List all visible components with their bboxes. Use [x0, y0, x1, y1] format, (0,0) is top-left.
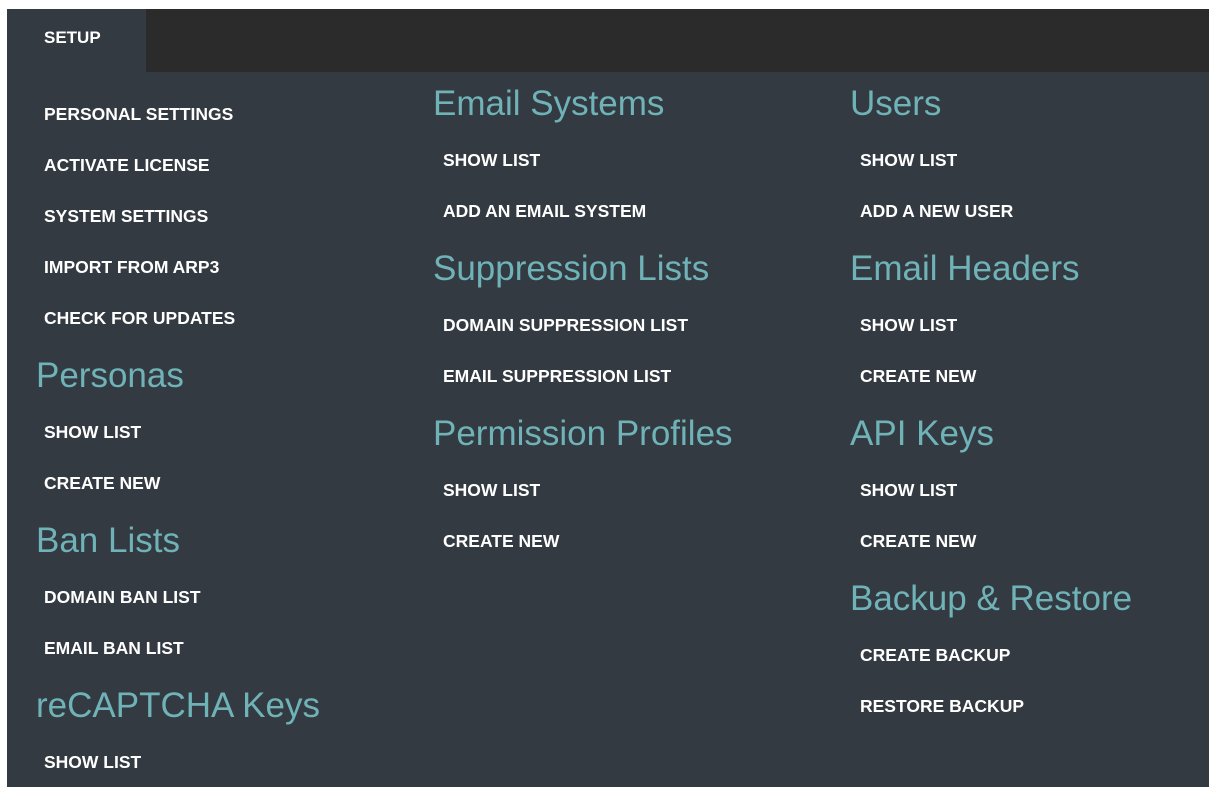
import-from-arp3-link[interactable]: IMPORT FROM ARP3	[7, 242, 397, 293]
api-keys-heading: API Keys	[850, 414, 994, 453]
activate-license-link[interactable]: ACTIVATE LICENSE	[7, 140, 397, 191]
tab-setup[interactable]: SETUP	[7, 9, 146, 72]
permission-profiles-show-list-link[interactable]: SHOW LIST	[433, 465, 833, 516]
recaptcha-show-list-link[interactable]: SHOW LIST	[7, 737, 397, 788]
add-email-system-link[interactable]: ADD AN EMAIL SYSTEM	[433, 186, 833, 237]
domain-ban-list-link[interactable]: DOMAIN BAN LIST	[7, 572, 397, 623]
personas-show-list-link[interactable]: SHOW LIST	[7, 407, 397, 458]
restore-backup-link[interactable]: RESTORE BACKUP	[850, 681, 1209, 732]
top-nav-bar: SETUP	[7, 9, 1209, 72]
ban-lists-heading: Ban Lists	[36, 521, 180, 560]
permission-profiles-create-new-link[interactable]: CREATE NEW	[433, 516, 833, 567]
backup-restore-heading: Backup & Restore	[850, 579, 1133, 618]
personal-settings-link[interactable]: PERSONAL SETTINGS	[7, 89, 397, 140]
users-show-list-link[interactable]: SHOW LIST	[850, 135, 1209, 186]
personas-heading: Personas	[36, 356, 184, 395]
personas-create-new-link[interactable]: CREATE NEW	[7, 458, 397, 509]
menu-column-2: Email Systems SHOW LIST ADD AN EMAIL SYS…	[433, 72, 833, 567]
api-keys-show-list-link[interactable]: SHOW LIST	[850, 465, 1209, 516]
email-suppression-list-link[interactable]: EMAIL SUPPRESSION LIST	[433, 351, 833, 402]
menu-column-1: PERSONAL SETTINGS ACTIVATE LICENSE SYSTE…	[7, 72, 397, 788]
recaptcha-keys-heading: reCAPTCHA Keys	[36, 686, 320, 725]
check-for-updates-link[interactable]: CHECK FOR UPDATES	[7, 293, 397, 344]
create-backup-link[interactable]: CREATE BACKUP	[850, 630, 1209, 681]
users-heading: Users	[850, 84, 942, 123]
email-headers-create-new-link[interactable]: CREATE NEW	[850, 351, 1209, 402]
system-settings-link[interactable]: SYSTEM SETTINGS	[7, 191, 397, 242]
permission-profiles-heading: Permission Profiles	[433, 414, 733, 453]
suppression-lists-heading: Suppression Lists	[433, 249, 710, 288]
setup-menu-panel: SETUP PERSONAL SETTINGS ACTIVATE LICENSE…	[7, 9, 1209, 787]
email-headers-show-list-link[interactable]: SHOW LIST	[850, 300, 1209, 351]
email-systems-show-list-link[interactable]: SHOW LIST	[433, 135, 833, 186]
email-ban-list-link[interactable]: EMAIL BAN LIST	[7, 623, 397, 674]
add-new-user-link[interactable]: ADD A NEW USER	[850, 186, 1209, 237]
email-headers-heading: Email Headers	[850, 249, 1080, 288]
menu-column-3: Users SHOW LIST ADD A NEW USER Email Hea…	[850, 72, 1209, 732]
domain-suppression-list-link[interactable]: DOMAIN SUPPRESSION LIST	[433, 300, 833, 351]
api-keys-create-new-link[interactable]: CREATE NEW	[850, 516, 1209, 567]
email-systems-heading: Email Systems	[433, 84, 665, 123]
